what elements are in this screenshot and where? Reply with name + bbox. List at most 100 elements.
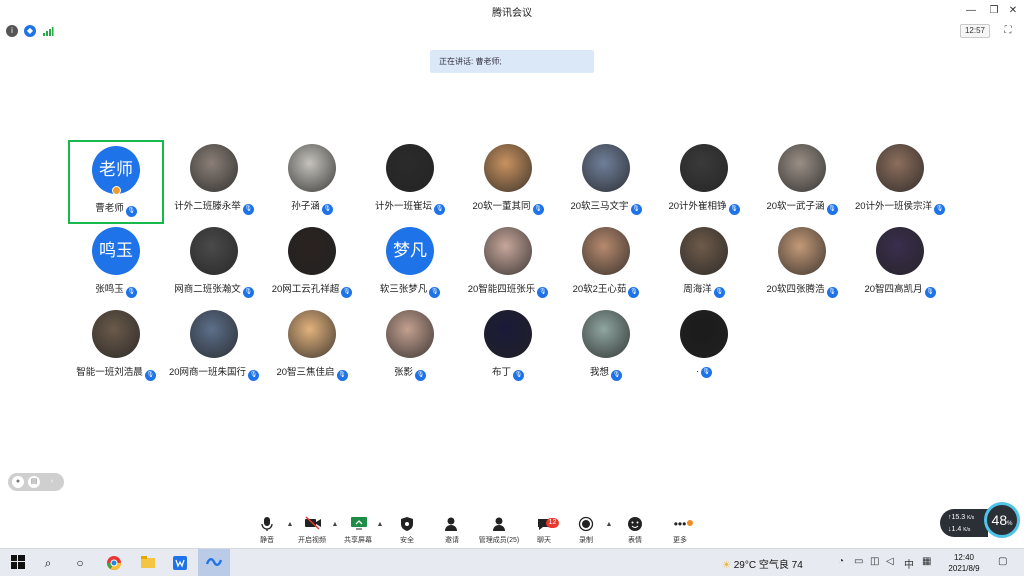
share-screen-button[interactable]: 共享屏幕 [338,516,378,545]
host-badge-icon [112,186,121,195]
camera-off-icon [304,516,321,532]
participant-tile[interactable]: 20智四高凯月 🎙 [852,223,948,307]
app-icon[interactable] [172,555,188,571]
participant-tile[interactable]: 网商二班张瀚文 🎙 [166,223,262,307]
participant-tile[interactable]: 计外二班滕永举 🎙 [166,140,262,224]
battery-icon[interactable]: ▭ [854,556,863,567]
task-view-icon[interactable]: ○ [72,555,88,571]
fullscreen-icon[interactable]: ⛶ [1002,25,1014,37]
minimize-button[interactable]: — [960,2,982,20]
security-button[interactable]: 安全 [387,516,427,545]
network-speed-widget[interactable]: ↑15.3 K/s ↓1.4 K/s [940,509,988,537]
weather-widget[interactable]: ☀ 29°C 空气良 74 [722,556,803,571]
participant-tile[interactable]: 20网工云孔祥超 🎙 [264,223,360,307]
mic-status-icon[interactable]: 🎙 [611,370,622,381]
ime-indicator[interactable]: 中 [904,556,914,571]
mic-status-icon[interactable]: 🎙 [532,204,544,215]
shield-icon[interactable]: ◆ [24,25,36,37]
participant-tile[interactable]: 梦凡 软三张梦凡 🎙 [362,223,458,307]
ime-mode-icon[interactable]: ▦ [922,556,931,567]
participant-tile[interactable]: 我想 🎙 [558,306,654,390]
mic-status-icon[interactable]: 🎙 [415,370,426,381]
chat-button[interactable]: 12 聊天 [524,516,564,545]
mic-status-icon[interactable]: 🎙 [924,287,936,298]
emoji-label: 表情 [628,537,642,544]
keyboard-icon[interactable]: ▤ [28,476,40,488]
mic-status-icon[interactable]: 🎙 [826,204,838,215]
participant-avatar-photo [582,227,630,275]
participant-tile[interactable]: . 🎙 [656,306,752,390]
windows-start-icon[interactable] [10,555,26,571]
cpu-usage-unit: % [1007,521,1013,527]
mic-status-icon[interactable]: 🎙 [513,370,524,381]
chrome-icon[interactable] [106,555,122,571]
cpu-usage-gauge[interactable]: 48% [984,502,1020,538]
search-icon[interactable]: ⌕ [40,555,56,571]
record-button[interactable]: 录制 [566,516,606,545]
mic-status-icon[interactable]: 🎙 [125,287,137,298]
mic-status-icon[interactable]: 🎙 [434,204,445,215]
mic-status-icon[interactable]: 🎙 [125,206,137,217]
participant-tile[interactable]: 20软2王心茹 🎙 [558,223,654,307]
close-button[interactable]: ✕ [1002,2,1024,20]
mic-status-icon[interactable]: 🎙 [144,370,156,381]
participant-name-row: 20网商一班朱国行 🎙 [166,364,262,381]
mic-status-icon[interactable]: 🎙 [336,370,348,381]
participant-tile[interactable]: 智能一班刘浩晨 🎙 [68,306,164,390]
mic-status-icon[interactable]: 🎙 [242,204,254,215]
mic-status-icon[interactable]: 🎙 [242,287,254,298]
participant-tile[interactable]: 20计外一班侯宗洋 🎙 [852,140,948,224]
mic-status-icon[interactable]: 🎙 [537,287,549,298]
members-button[interactable]: 管理成员(25) [478,516,520,545]
participant-name-row: 计外一班崔坛 🎙 [362,198,458,215]
volume-icon[interactable]: ◁ [886,556,894,567]
participant-tile[interactable]: 计外一班崔坛 🎙 [362,140,458,224]
participant-tile[interactable]: 布丁 🎙 [460,306,556,390]
record-options-caret[interactable]: ▲ [605,521,613,528]
mic-status-icon[interactable]: 🎙 [321,204,333,215]
participant-tile[interactable]: 周海洋 🎙 [656,223,752,307]
participant-tile[interactable]: 孙子涵 🎙 [264,140,360,224]
participant-tile[interactable]: 20软一武子涵 🎙 [754,140,850,224]
tencent-meeting-taskbar-item[interactable] [198,549,230,576]
emoji-button[interactable]: 表情 [615,516,655,545]
invite-button[interactable]: 邀请 [432,516,472,545]
invite-person-icon [444,516,460,532]
participant-tile[interactable]: 20智能四班张乐 🎙 [460,223,556,307]
mic-status-icon[interactable]: 🎙 [630,204,642,215]
participant-tile[interactable]: 20计外崔相铮 🎙 [656,140,752,224]
participant-tile[interactable]: 老师 曹老师 🎙 [68,140,164,224]
share-options-caret[interactable]: ▲ [376,521,384,528]
participant-tile[interactable]: 鸣玉 张鸣玉 🎙 [68,223,164,307]
mic-status-icon[interactable]: 🎙 [826,287,838,298]
participant-tile[interactable]: 20智三焦佳启 🎙 [264,306,360,390]
collapse-icon[interactable]: ‹ [46,476,58,488]
network-icon[interactable]: ◫ [870,556,879,567]
camera-icon[interactable]: ● [12,476,24,488]
participant-tile[interactable]: 20网商一班朱国行 🎙 [166,306,262,390]
participant-tile[interactable]: 20软一董其同 🎙 [460,140,556,224]
mic-status-icon[interactable]: 🎙 [341,287,353,298]
mic-status-icon[interactable]: 🎙 [248,370,260,381]
floating-controls[interactable]: ● ▤ ‹ [8,473,64,491]
participant-tile[interactable]: 20软三马文宇 🎙 [558,140,654,224]
mic-status-icon[interactable]: 🎙 [700,367,712,378]
mic-status-icon[interactable]: 🎙 [713,287,725,298]
participant-tile[interactable]: 20软四张腾浩 🎙 [754,223,850,307]
tray-icon[interactable]: ◔ [838,556,844,567]
mic-status-icon[interactable]: 🎙 [429,287,441,298]
info-icon[interactable]: i [6,25,18,37]
file-explorer-icon[interactable] [140,555,156,571]
taskbar-clock[interactable]: 12:40 2021/8/9 [946,552,982,574]
notification-icon[interactable]: ▢ [998,556,1007,567]
mute-button[interactable]: 静音 [247,516,287,545]
participant-tile[interactable]: 张影 🎙 [362,306,458,390]
participant-name: 20智能四班张乐 [467,284,536,295]
video-button[interactable]: 开启视频 [292,516,332,545]
mic-status-icon[interactable]: 🎙 [934,204,946,215]
participant-avatar-photo [778,144,826,192]
more-button[interactable]: ••• 更多 [660,516,700,545]
mic-status-icon[interactable]: 🎙 [628,287,640,298]
mic-status-icon[interactable]: 🎙 [728,204,740,215]
signal-icon[interactable] [42,25,54,37]
